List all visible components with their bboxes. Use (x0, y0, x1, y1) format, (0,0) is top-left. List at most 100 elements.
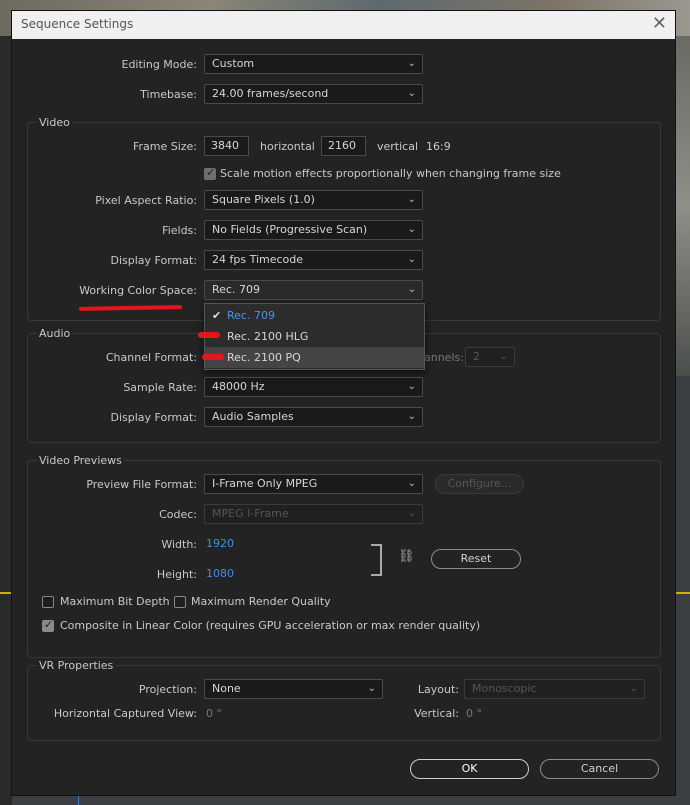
scale-motion-label: Scale motion effects proportionally when… (220, 167, 561, 180)
frame-height-input[interactable]: 2160 (321, 136, 366, 156)
max-bit-depth-label: Maximum Bit Depth (60, 595, 170, 608)
audio-display-format-label: Display Format: (110, 411, 197, 424)
editing-mode-value: Custom (212, 57, 255, 70)
editing-mode-label: Editing Mode: (121, 58, 198, 71)
preview-file-format-value: I-Frame Only MPEG (212, 477, 318, 490)
chevron-down-icon: ⌄ (407, 284, 416, 295)
channels-label: annels: (424, 351, 464, 364)
display-format-select[interactable]: 24 fps Timecode ⌄ (204, 250, 423, 270)
working-color-space-label: Working Color Space: (79, 284, 197, 297)
codec-select: MPEG I-Frame ⌄ (204, 504, 423, 524)
max-render-quality-checkbox[interactable] (174, 596, 186, 608)
timebase-value: 24.00 frames/second (212, 87, 329, 100)
preview-file-format-label: Preview File Format: (86, 478, 197, 491)
chevron-down-icon: ⌄ (407, 508, 416, 519)
sample-rate-value: 48000 Hz (212, 380, 265, 393)
composite-linear-checkbox[interactable] (42, 618, 54, 632)
annotation-mark-hlg (198, 332, 220, 338)
projection-label: Projection: (138, 683, 197, 696)
channels-value: 2 (473, 350, 480, 363)
chevron-down-icon: ⌄ (407, 224, 416, 235)
scale-motion-checkbox[interactable] (204, 166, 216, 180)
audio-display-format-select[interactable]: Audio Samples ⌄ (204, 407, 423, 427)
option-rec-2100-pq[interactable]: Rec. 2100 PQ (205, 347, 424, 368)
height-label: Height: (156, 568, 197, 581)
vertical-view-label: Vertical: (414, 707, 459, 720)
horizontal-label: horizontal (260, 140, 315, 153)
annotation-mark-pq (202, 354, 224, 360)
sample-rate-label: Sample Rate: (123, 381, 197, 394)
codec-value: MPEG I-Frame (212, 507, 289, 520)
video-previews-title: Video Previews (37, 454, 124, 467)
audio-group-title: Audio (37, 327, 73, 340)
editing-mode-select[interactable]: Custom ⌄ (204, 54, 423, 74)
link-chain-icon[interactable]: ⛓ (398, 549, 415, 564)
layout-value: Monoscopic (472, 682, 537, 695)
checkmark-icon: ✔ (212, 309, 222, 322)
sequence-settings-dialog: Sequence Settings ✕ Editing Mode: Custom… (11, 10, 676, 796)
fields-label: Fields: (162, 224, 197, 237)
preview-file-format-select[interactable]: I-Frame Only MPEG ⌄ (204, 474, 423, 494)
pixel-aspect-value: Square Pixels (1.0) (212, 193, 315, 206)
vr-properties-title: VR Properties (37, 659, 116, 672)
frame-width-input[interactable]: 3840 (204, 136, 249, 156)
option-rec-2100-hlg-label: Rec. 2100 HLG (227, 330, 309, 343)
ok-button[interactable]: OK (410, 759, 529, 779)
timebase-label: Timebase: (140, 88, 197, 101)
pixel-aspect-select[interactable]: Square Pixels (1.0) ⌄ (204, 190, 423, 210)
max-bit-depth-checkbox[interactable] (42, 596, 54, 608)
vertical-view-value: 0 ° (466, 707, 482, 720)
codec-label: Codec: (159, 508, 197, 521)
chevron-down-icon: ⌄ (367, 683, 376, 694)
close-icon[interactable]: ✕ (652, 13, 667, 34)
vertical-label: vertical (377, 140, 419, 153)
working-color-space-dropdown: ✔ Rec. 709 Rec. 2100 HLG Rec. 2100 PQ (204, 303, 425, 370)
projection-value: None (212, 682, 241, 695)
reset-button[interactable]: Reset (431, 549, 521, 569)
option-rec-709[interactable]: ✔ Rec. 709 (205, 305, 424, 326)
fields-select[interactable]: No Fields (Progressive Scan) ⌄ (204, 220, 423, 240)
channel-format-label: Channel Format: (105, 351, 197, 364)
chevron-down-icon: ⌄ (499, 351, 508, 362)
layout-select: Monoscopic ⌄ (464, 679, 645, 699)
link-bracket (371, 544, 382, 576)
working-color-space-value: Rec. 709 (212, 283, 260, 296)
chevron-down-icon: ⌄ (407, 478, 416, 489)
width-label: Width: (161, 538, 197, 551)
timebase-select[interactable]: 24.00 frames/second ⌄ (204, 84, 423, 104)
option-rec-2100-pq-label: Rec. 2100 PQ (227, 351, 301, 364)
channels-select: 2 ⌄ (465, 347, 515, 367)
fields-value: No Fields (Progressive Scan) (212, 223, 368, 236)
video-group-title: Video (37, 116, 72, 129)
chevron-down-icon: ⌄ (407, 58, 416, 69)
chevron-down-icon: ⌄ (629, 683, 638, 694)
chevron-down-icon: ⌄ (407, 411, 416, 422)
chevron-down-icon: ⌄ (407, 381, 416, 392)
dialog-title: Sequence Settings (21, 17, 134, 31)
option-rec-2100-hlg[interactable]: Rec. 2100 HLG (205, 326, 424, 347)
horizontal-captured-view-label: Horizontal Captured View: (53, 707, 197, 720)
composite-linear-label: Composite in Linear Color (requires GPU … (60, 619, 481, 632)
vr-properties-group (27, 665, 661, 741)
audio-display-format-value: Audio Samples (212, 410, 294, 423)
chevron-down-icon: ⌄ (407, 254, 416, 265)
working-color-space-select[interactable]: Rec. 709 ⌄ (204, 280, 423, 300)
max-render-quality-label: Maximum Render Quality (191, 595, 331, 608)
chevron-down-icon: ⌄ (407, 88, 416, 99)
projection-select[interactable]: None ⌄ (204, 679, 383, 699)
horizontal-captured-view-value: 0 ° (206, 707, 222, 720)
width-value[interactable]: 1920 (206, 537, 234, 550)
display-format-value: 24 fps Timecode (212, 253, 304, 266)
title-bar: Sequence Settings ✕ (12, 11, 675, 39)
configure-button: Configure... (435, 474, 524, 494)
option-rec-709-label: Rec. 709 (227, 309, 275, 322)
chevron-down-icon: ⌄ (407, 194, 416, 205)
display-format-label: Display Format: (110, 254, 197, 267)
cancel-button[interactable]: Cancel (540, 759, 659, 779)
height-value[interactable]: 1080 (206, 567, 234, 580)
frame-size-label: Frame Size: (132, 140, 197, 153)
layout-label: Layout: (417, 683, 459, 696)
sample-rate-select[interactable]: 48000 Hz ⌄ (204, 377, 423, 397)
pixel-aspect-label: Pixel Aspect Ratio: (95, 194, 197, 207)
aspect-ratio-value: 16:9 (426, 140, 451, 153)
